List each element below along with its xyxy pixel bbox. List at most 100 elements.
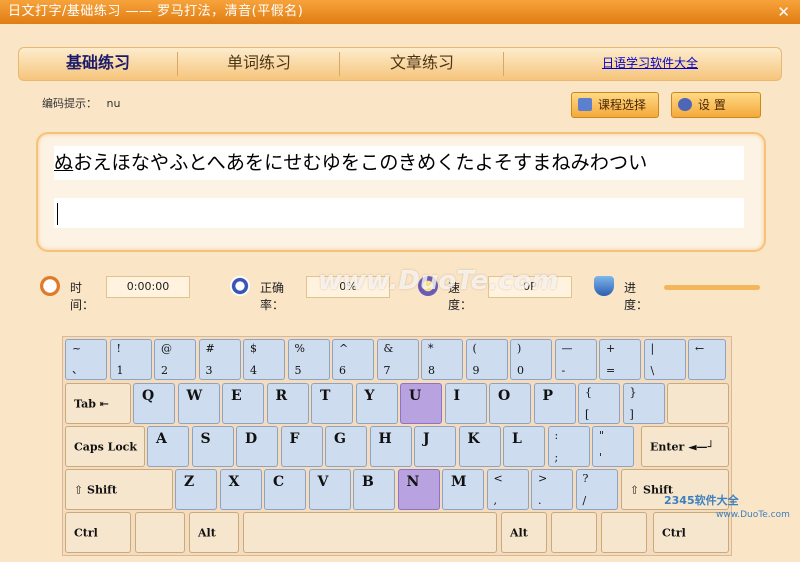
key-label: R: [275, 388, 288, 404]
key-b[interactable]: B: [353, 469, 395, 510]
key-label: K: [467, 431, 480, 447]
course-select-label: 课程选择: [598, 98, 647, 112]
key-label: W: [186, 388, 203, 404]
key-punct-0[interactable]: :;: [547, 426, 590, 467]
progress-label: 进度：: [624, 281, 649, 312]
key-label: T: [320, 388, 331, 404]
typing-input[interactable]: [54, 198, 744, 228]
key-row1-7[interactable]: & 7: [376, 339, 419, 380]
key-punct2-0[interactable]: <,: [486, 469, 529, 510]
key-u[interactable]: U: [400, 383, 442, 424]
key-q[interactable]: Q: [133, 383, 175, 424]
key-row1-12[interactable]: + =: [599, 339, 641, 380]
tab-bar: 基础练习 单词练习 文章练习 日语学习软件大全: [18, 47, 782, 81]
key-label: ^: [339, 342, 349, 355]
key-l[interactable]: L: [503, 426, 545, 467]
key-x[interactable]: X: [219, 469, 262, 510]
key-tab[interactable]: Tab ⇤: [65, 383, 131, 424]
key-z[interactable]: Z: [175, 469, 217, 510]
key-w[interactable]: W: [177, 383, 220, 424]
code-hint-value: nu: [106, 97, 121, 110]
key-label: {: [585, 386, 592, 399]
key-a[interactable]: A: [147, 426, 189, 467]
key-h[interactable]: H: [369, 426, 412, 467]
key-row1-1[interactable]: ! 1: [109, 339, 152, 380]
key-row1-0[interactable]: ~、: [65, 339, 107, 380]
remaining-text: おえほなやふとへあをにせむゆをこのきめくたよそすまねみわつい: [73, 151, 648, 174]
key-t[interactable]: T: [311, 383, 353, 424]
key-row1-9[interactable]: (9: [465, 339, 508, 380]
key-label: E: [231, 388, 242, 404]
key-label: $: [250, 342, 257, 355]
key-left-shift[interactable]: ⇧ Shift: [65, 469, 173, 510]
key-v[interactable]: V: [308, 469, 351, 510]
key-j[interactable]: J: [414, 426, 456, 467]
key-y[interactable]: Y: [355, 383, 398, 424]
gear-icon: [678, 98, 692, 111]
key-row1-2[interactable]: @2: [154, 339, 196, 380]
key-k[interactable]: K: [458, 426, 501, 467]
key-label: \: [650, 364, 655, 377]
key-r[interactable]: R: [266, 383, 309, 424]
key-label: ]: [629, 408, 634, 421]
key-row1-8[interactable]: * 8: [421, 339, 463, 380]
tab-basic-practice[interactable]: 基础练习: [19, 48, 177, 80]
key-label: &: [383, 342, 394, 355]
key-label: /: [582, 494, 587, 507]
book-icon: [578, 98, 592, 111]
key-punct2-1[interactable]: >.: [531, 469, 573, 510]
target-text: ぬおえほなやふとへあをにせむゆをこのきめくたよそすまねみわつい: [54, 146, 744, 180]
key-o[interactable]: O: [489, 383, 531, 424]
text-caret: [57, 203, 58, 225]
key-label: D: [245, 431, 258, 447]
software-link[interactable]: 日语学习软件大全: [525, 48, 775, 80]
key-row1-6[interactable]: ^ 6: [332, 339, 374, 380]
key-label: ?: [582, 472, 589, 485]
key-caps-lock[interactable]: Caps Lock: [65, 426, 145, 467]
time-label: 时间：: [70, 281, 95, 312]
tab-article-practice[interactable]: 文章练习: [341, 48, 503, 80]
settings-button[interactable]: 设 置: [671, 92, 761, 118]
tab-word-practice[interactable]: 单词练习: [179, 48, 339, 80]
key-row1-14[interactable]: ←: [688, 339, 726, 380]
key-label: A: [156, 431, 167, 447]
key-enter-top[interactable]: [667, 383, 729, 424]
key-label: .: [538, 494, 542, 507]
key-right-win[interactable]: [551, 512, 597, 553]
key-s[interactable]: S: [191, 426, 234, 467]
key-m[interactable]: M: [442, 469, 484, 510]
key-left-win[interactable]: [135, 512, 185, 553]
key-bracket-1[interactable]: }]: [622, 383, 665, 424]
key-bracket-0[interactable]: {[: [578, 383, 620, 424]
key-row1-3[interactable]: #3: [198, 339, 241, 380]
key-g[interactable]: G: [325, 426, 367, 467]
key-row1-5[interactable]: % 5: [287, 339, 330, 380]
key-left-ctrl[interactable]: Ctrl: [65, 512, 131, 553]
key-f[interactable]: F: [280, 426, 323, 467]
key-left-alt[interactable]: Alt: [189, 512, 239, 553]
key-row1-13[interactable]: | \: [643, 339, 686, 380]
key-label: (: [472, 342, 477, 355]
key-p[interactable]: P: [533, 383, 576, 424]
key-menu[interactable]: [601, 512, 647, 553]
key-punct2-2[interactable]: ? /: [575, 469, 618, 510]
key-row1-11[interactable]: — -: [554, 339, 597, 380]
key-label: 2: [161, 364, 168, 377]
key-punct-1[interactable]: " ': [592, 426, 634, 467]
course-select-button[interactable]: 课程选择: [571, 92, 659, 118]
key-label: 4: [250, 364, 257, 377]
close-icon[interactable]: ✕: [777, 0, 790, 24]
key-row1-10[interactable]: ) 0: [510, 339, 552, 380]
key-label: Tab ⇤: [74, 397, 109, 410]
key-row1-4[interactable]: $4: [243, 339, 285, 380]
key-label: ;: [554, 451, 559, 464]
key-d[interactable]: D: [236, 426, 278, 467]
key-enter[interactable]: Enter ◄—┘: [641, 426, 729, 467]
key-i[interactable]: I: [444, 383, 487, 424]
key-space[interactable]: [243, 512, 497, 553]
duote-watermark: www.DuoTe.com: [318, 266, 559, 296]
key-n[interactable]: N: [397, 469, 440, 510]
key-c[interactable]: C: [264, 469, 306, 510]
key-right-alt[interactable]: Alt: [501, 512, 547, 553]
key-e[interactable]: E: [222, 383, 264, 424]
